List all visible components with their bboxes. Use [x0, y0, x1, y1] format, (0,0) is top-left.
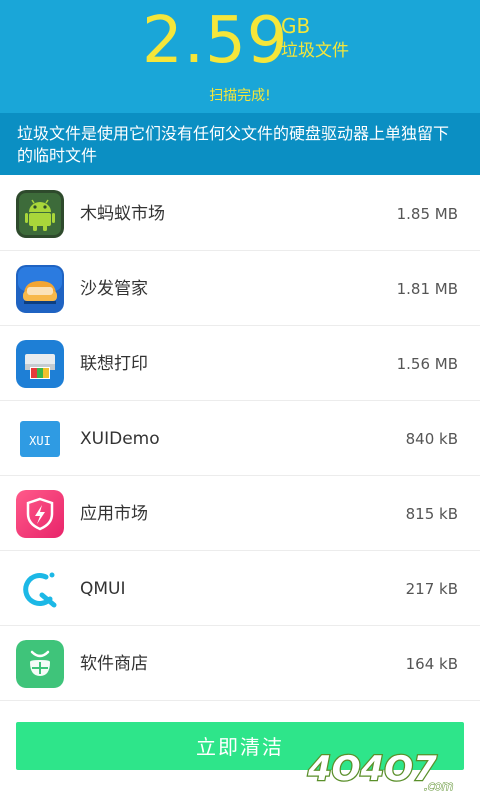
printer-icon [16, 340, 64, 388]
junk-size-label: 垃圾文件 [281, 41, 349, 61]
junk-size-unit: GB [281, 14, 311, 38]
qmui-icon [16, 565, 64, 613]
app-size: 164 kB [405, 655, 458, 673]
app-size: 1.85 MB [396, 205, 458, 223]
junk-cleaner-screen: 2.59 GB 垃圾文件 扫描完成! 垃圾文件是使用它们没有任何父文件的硬盘驱动… [0, 0, 480, 800]
list-item[interactable]: 沙发管家 1.81 MB [0, 251, 480, 326]
junk-size-value: 2.59 [142, 4, 289, 78]
list-item[interactable]: 软件商店 164 kB [0, 626, 480, 701]
list-item[interactable]: 木蚂蚁市场 1.85 MB [0, 176, 480, 251]
app-size: 815 kB [405, 505, 458, 523]
xui-icon: XUI [16, 415, 64, 463]
app-size: 1.81 MB [396, 280, 458, 298]
list-item[interactable]: XUI XUIDemo 840 kB [0, 401, 480, 476]
app-name: 木蚂蚁市场 [80, 204, 165, 224]
scan-status-text: 扫描完成! [209, 88, 271, 104]
app-size: 840 kB [405, 430, 458, 448]
app-name: 联想打印 [80, 354, 148, 374]
scan-summary-header: 2.59 GB 垃圾文件 扫描完成! [0, 0, 480, 113]
junk-description: 垃圾文件是使用它们没有任何父文件的硬盘驱动器上单独留下的临时文件 [0, 113, 480, 175]
app-name: 沙发管家 [80, 279, 148, 299]
android-robot-icon [16, 190, 64, 238]
junk-app-list: 木蚂蚁市场 1.85 MB 沙发管家 1.81 MB 联想打印 1.56 MB … [0, 176, 480, 701]
sofa-icon [16, 265, 64, 313]
app-name: QMUI [80, 579, 126, 599]
svg-text:.com: .com [424, 779, 453, 793]
list-item[interactable]: QMUI 217 kB [0, 551, 480, 626]
app-size: 217 kB [405, 580, 458, 598]
app-name: 软件商店 [80, 654, 148, 674]
app-name: 应用市场 [80, 504, 148, 524]
site-watermark-logo: 4O4O7 .com [304, 740, 474, 796]
list-item[interactable]: 联想打印 1.56 MB [0, 326, 480, 401]
app-name: XUIDemo [80, 429, 160, 449]
leaf-store-icon [16, 640, 64, 688]
app-size: 1.56 MB [396, 355, 458, 373]
svg-text:XUI: XUI [29, 434, 51, 448]
list-item[interactable]: 应用市场 815 kB [0, 476, 480, 551]
svg-text:4O4O7: 4O4O7 [307, 749, 437, 789]
shield-bolt-icon [16, 490, 64, 538]
